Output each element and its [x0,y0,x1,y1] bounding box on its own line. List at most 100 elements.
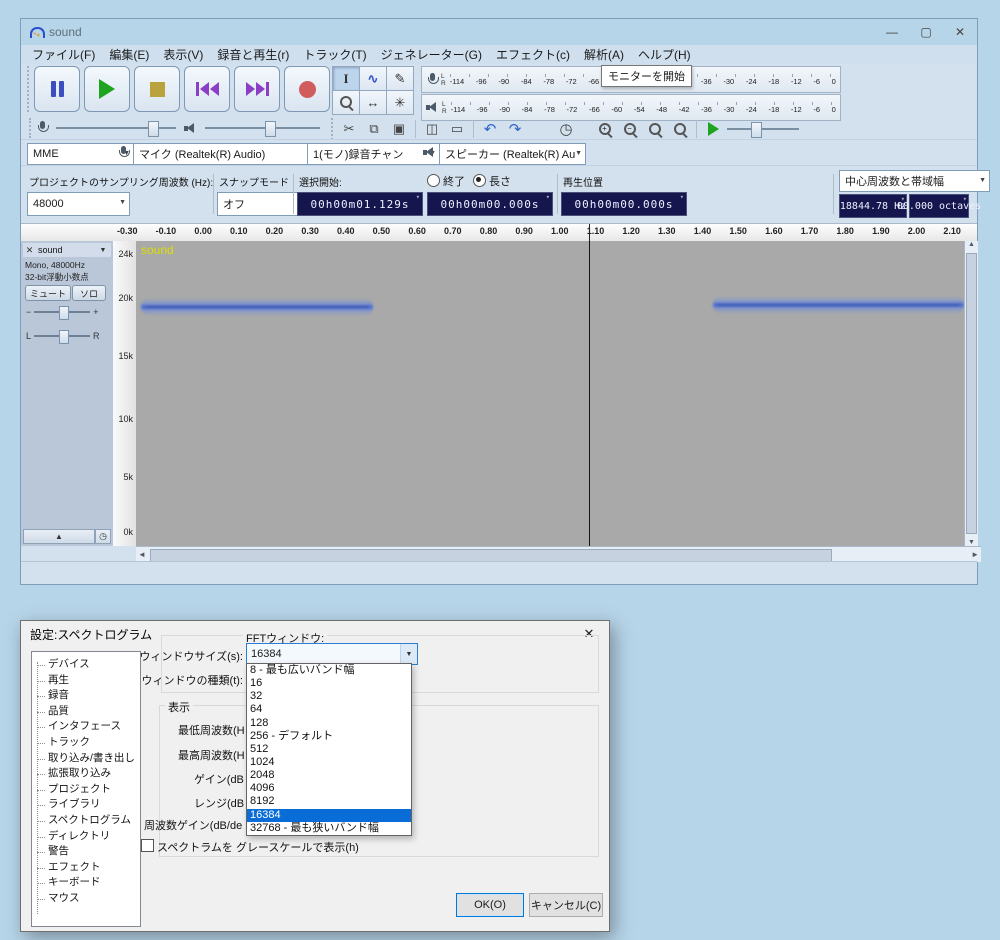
play-position-field[interactable]: 00h00m00.000s [561,192,687,216]
mute-button[interactable]: ミュート [25,285,71,301]
scroll-down-icon[interactable]: ▼ [968,539,975,546]
grayscale-checkbox[interactable] [141,839,154,852]
bandwidth-field[interactable]: 00.000 octaves [909,194,969,218]
menu-item[interactable]: 解析(A) [577,46,631,63]
window-size-option[interactable]: 64 [247,703,411,716]
selection-length-field[interactable]: 00h00m00.000s [427,192,553,216]
play-speed-slider[interactable] [727,120,799,138]
track-close-icon[interactable]: ✕ [23,245,36,256]
close-icon[interactable]: ✕ [943,19,977,45]
vertical-frequency-ruler[interactable]: 24k20k15k10k5k0k [113,241,137,546]
record-button[interactable] [284,66,330,112]
envelope-tool-button[interactable]: ∿ [359,66,387,91]
track-corner-button[interactable]: ◷ [95,529,111,544]
scroll-right-icon[interactable]: ► [971,550,979,559]
scroll-left-icon[interactable]: ◄ [138,550,146,559]
preferences-tree-item[interactable]: 警告 [39,844,139,860]
menu-item[interactable]: ジェネレーター(G) [374,46,489,63]
window-size-option[interactable]: 16 [247,677,411,690]
cut-button[interactable]: ✂ [338,118,360,140]
collapse-track-button[interactable]: ▲ [23,529,95,544]
timeshift-tool-button[interactable]: ↔ [359,90,387,115]
ok-button[interactable]: OK(O) [456,893,524,917]
playback-device-dropdown[interactable]: スピーカー (Realtek(R) Au [439,143,586,165]
spectrogram-view[interactable]: sound [136,241,964,546]
zoom-out-button[interactable]: − [619,118,641,140]
preferences-tree-item[interactable]: マウス [39,891,139,907]
undo-button[interactable]: ↶ [479,118,501,140]
menu-item[interactable]: トラック(T) [296,46,373,63]
trim-audio-button[interactable]: ◫ [421,118,443,140]
selection-tool-button[interactable]: I [332,66,360,91]
paste-button[interactable]: ▣ [388,118,410,140]
preferences-tree-item[interactable]: 品質 [39,704,139,720]
vertical-scrollbar[interactable]: ▲ ▼ [964,241,978,546]
playback-volume-slider[interactable] [205,119,320,137]
play-at-speed-button[interactable] [702,118,724,140]
pause-button[interactable] [34,66,80,112]
spectral-selection-mode-dropdown[interactable]: 中心周波数と帯域幅 [839,170,990,192]
window-size-option[interactable]: 1024 [247,756,411,769]
horizontal-scrollbar[interactable]: ◄ ► [136,546,981,562]
window-size-option[interactable]: 8192 [247,795,411,808]
window-size-option[interactable]: 32 [247,690,411,703]
solo-button[interactable]: ソロ [72,285,106,301]
window-size-option[interactable]: 128 [247,717,411,730]
track-control-panel[interactable]: ✕ sound ▼ Mono, 48000Hz 32-bit浮動小数点 ミュート… [21,241,114,546]
project-rate-dropdown[interactable]: 48000 [27,192,130,216]
redo-button[interactable]: ↷ [504,118,526,140]
preferences-tree-item[interactable]: 拡張取り込み [39,766,139,782]
recording-volume-slider[interactable] [56,119,176,137]
recording-channels-dropdown[interactable]: 1(モノ)録音チャン [307,143,440,165]
window-size-option[interactable]: 256 - デフォルト [247,730,411,743]
preferences-tree-item[interactable]: プロジェクト [39,782,139,798]
window-size-option[interactable]: 2048 [247,769,411,782]
preferences-tree-item[interactable]: 取り込み/書き出し [39,751,139,767]
preferences-tree-item[interactable]: キーボード [39,875,139,891]
menu-item[interactable]: 表示(V) [156,46,210,63]
preferences-tree-item[interactable]: インタフェース [39,719,139,735]
window-size-option[interactable]: 16384 [247,809,411,822]
menu-item[interactable]: 録音と再生(r) [210,46,296,63]
timeline-ruler[interactable]: -0.30-0.100.000.100.200.300.400.500.600.… [21,223,977,243]
pan-slider[interactable]: L R [26,329,100,343]
gain-slider[interactable]: − + [26,305,99,319]
silence-audio-button[interactable]: ▭ [446,118,468,140]
timer-button[interactable]: ◷ [555,118,577,140]
menu-item[interactable]: エフェクト(c) [489,46,577,63]
preferences-tree-item[interactable]: ライブラリ [39,797,139,813]
track-menu-icon[interactable]: ▼ [95,247,111,254]
minimize-icon[interactable]: — [875,19,909,45]
selection-start-field[interactable]: 00h00m01.129s [297,192,423,216]
play-button[interactable] [84,66,130,112]
recording-device-dropdown[interactable]: マイク (Realtek(R) Audio) [133,143,324,165]
preferences-tree-item[interactable]: スペクトログラム [39,813,139,829]
multi-tool-button[interactable]: ✳ [386,90,414,115]
zoom-fit-button[interactable] [669,118,691,140]
length-radio[interactable] [473,174,486,187]
scroll-up-icon[interactable]: ▲ [968,241,975,248]
zoom-selection-button[interactable] [644,118,666,140]
window-size-option[interactable]: 8 - 最も広いバンド幅 [247,664,411,677]
skip-to-end-button[interactable] [234,66,280,112]
cancel-button[interactable]: キャンセル(C) [529,893,603,917]
skip-to-start-button[interactable] [184,66,230,112]
window-size-dropdown[interactable]: 16384 [246,643,418,665]
preferences-tree-item[interactable]: トラック [39,735,139,751]
window-size-option[interactable]: 32768 - 最も狭いバンド幅 [247,822,411,835]
menu-item[interactable]: ヘルプ(H) [631,46,698,63]
draw-tool-button[interactable]: ✎ [386,66,414,91]
menu-item[interactable]: 編集(E) [102,46,156,63]
window-size-option[interactable]: 4096 [247,782,411,795]
preferences-tree-item[interactable]: ディレクトリ [39,829,139,845]
zoom-in-button[interactable]: + [594,118,616,140]
stop-button[interactable] [134,66,180,112]
preferences-tree-item[interactable]: 録音 [39,688,139,704]
zoom-tool-button[interactable] [332,90,360,115]
menu-item[interactable]: ファイル(F) [25,46,102,63]
maximize-icon[interactable]: ▢ [909,19,943,45]
preferences-tree-item[interactable]: エフェクト [39,860,139,876]
copy-button[interactable]: ⧉ [363,118,385,140]
end-radio[interactable] [427,174,440,187]
playback-meter[interactable]: LR -114-96-90-84-78-72-66-60-54-48-42-36… [421,94,841,121]
